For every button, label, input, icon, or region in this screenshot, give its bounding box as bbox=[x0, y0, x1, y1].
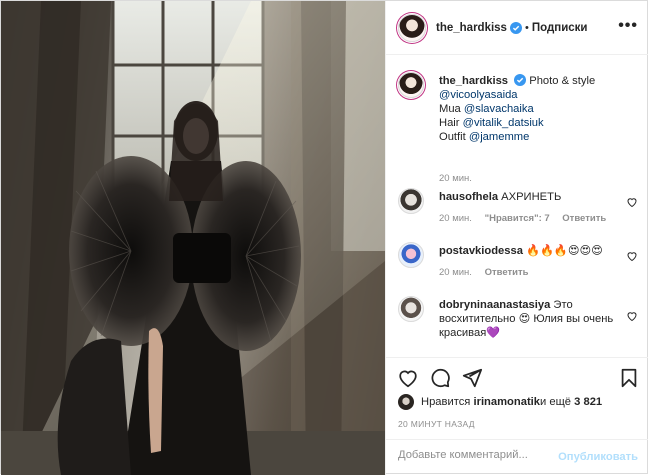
caption-line-outfit: Outfit @jamemme bbox=[439, 130, 627, 144]
caption-avatar[interactable] bbox=[398, 72, 424, 98]
author-avatar[interactable] bbox=[398, 13, 426, 42]
comment-likes-count[interactable]: "Нравится": 7 bbox=[485, 213, 550, 224]
caption-username[interactable]: the_hardkiss bbox=[439, 75, 508, 87]
comment-time[interactable]: 20 мин. bbox=[439, 213, 472, 224]
comment-body: hausofhela АХРИНЕТЬ bbox=[439, 190, 627, 204]
commenter-username[interactable]: dobryninaanastasiya bbox=[439, 299, 550, 311]
commenter-avatar[interactable] bbox=[398, 188, 424, 214]
photo-illustration bbox=[1, 1, 385, 475]
post-photo[interactable] bbox=[1, 1, 385, 475]
caption-line-mua: Mua @slavachaika bbox=[439, 102, 627, 116]
caption-mention[interactable]: @jamemme bbox=[469, 131, 529, 143]
caption-prefix: Mua bbox=[439, 103, 464, 115]
comment-time[interactable]: 20 мин. bbox=[439, 267, 472, 278]
add-comment-bar: Опубликовать bbox=[386, 439, 648, 475]
likes-count[interactable]: 3 821 bbox=[574, 396, 602, 408]
caption-text: Photo & style bbox=[529, 75, 596, 87]
commenter-avatar[interactable] bbox=[398, 242, 424, 268]
verified-icon bbox=[509, 21, 522, 34]
heart-icon[interactable] bbox=[626, 196, 638, 208]
heart-icon[interactable] bbox=[397, 367, 419, 389]
post-side-panel: the_hardkiss • Подписки ••• the_hardkiss… bbox=[385, 1, 648, 475]
caption-meta: 20 мин. bbox=[439, 173, 482, 184]
comment-meta: 20 мин. Ответить bbox=[439, 267, 538, 278]
reply-button[interactable]: Ответить bbox=[562, 213, 606, 224]
heart-icon[interactable] bbox=[626, 250, 638, 262]
caption-line-hair: Hair @vitalik_datsiuk bbox=[439, 116, 627, 130]
share-icon[interactable] bbox=[461, 367, 483, 389]
comment-body: dobryninaanastasiya Это восхитительно 😍 … bbox=[439, 298, 627, 340]
caption-time[interactable]: 20 мин. bbox=[439, 173, 472, 184]
commenter-username[interactable]: postavkiodessa bbox=[439, 245, 523, 257]
heart-icon[interactable] bbox=[626, 310, 638, 322]
comment: hausofhela АХРИНЕТЬ 20 мин. "Нравится": … bbox=[398, 188, 638, 228]
author-username[interactable]: the_hardkiss bbox=[436, 22, 507, 34]
header-separator: • bbox=[524, 21, 529, 34]
comment: postavkiodessa 🔥🔥🔥😍😍😍 20 мин. Ответить bbox=[398, 242, 638, 282]
more-icon[interactable]: ••• bbox=[618, 17, 638, 35]
action-bar bbox=[386, 357, 648, 391]
reply-button[interactable]: Ответить bbox=[485, 267, 529, 278]
post-comment-button[interactable]: Опубликовать bbox=[558, 451, 638, 463]
caption-prefix: Outfit bbox=[439, 131, 469, 143]
comment-input[interactable] bbox=[398, 449, 558, 461]
comment-icon[interactable] bbox=[429, 367, 451, 389]
comment-thread: the_hardkiss Photo & style @vicoolyasaid… bbox=[386, 56, 648, 356]
verified-icon bbox=[514, 74, 527, 86]
post-card: the_hardkiss • Подписки ••• the_hardkiss… bbox=[0, 0, 648, 475]
liker-avatar[interactable] bbox=[398, 394, 414, 410]
commenter-avatar[interactable] bbox=[398, 296, 424, 322]
follow-status-button[interactable]: Подписки bbox=[532, 22, 588, 34]
post-header: the_hardkiss • Подписки ••• bbox=[386, 1, 648, 55]
caption: the_hardkiss Photo & style @vicoolyasaid… bbox=[398, 72, 638, 184]
comment-text: АХРИНЕТЬ bbox=[501, 191, 562, 203]
comment-body: postavkiodessa 🔥🔥🔥😍😍😍 bbox=[439, 244, 627, 258]
caption-mention[interactable]: @slavachaika bbox=[464, 103, 534, 115]
comment-text: 🔥🔥🔥😍😍😍 bbox=[526, 245, 603, 257]
commenter-username[interactable]: hausofhela bbox=[439, 191, 498, 203]
post-timestamp[interactable]: 20 минут назад bbox=[398, 419, 475, 429]
comment: dobryninaanastasiya Это восхитительно 😍 … bbox=[398, 296, 638, 352]
caption-body: the_hardkiss Photo & style @vicoolyasaid… bbox=[439, 74, 627, 144]
caption-mention[interactable]: @vitalik_datsiuk bbox=[463, 117, 544, 129]
comment-meta: 20 мин. "Нравится": 7 Ответить bbox=[439, 213, 616, 224]
likes-middle: и ещё bbox=[540, 396, 572, 408]
likes-prefix: Нравится bbox=[421, 396, 471, 408]
caption-prefix: Hair bbox=[439, 117, 463, 129]
liker-username[interactable]: irinamonatik bbox=[473, 396, 540, 408]
bookmark-icon[interactable] bbox=[618, 367, 640, 389]
likes-summary: Нравится irinamonatik и ещё 3 821 bbox=[398, 393, 602, 411]
caption-mention[interactable]: @vicoolyasaida bbox=[439, 88, 627, 102]
